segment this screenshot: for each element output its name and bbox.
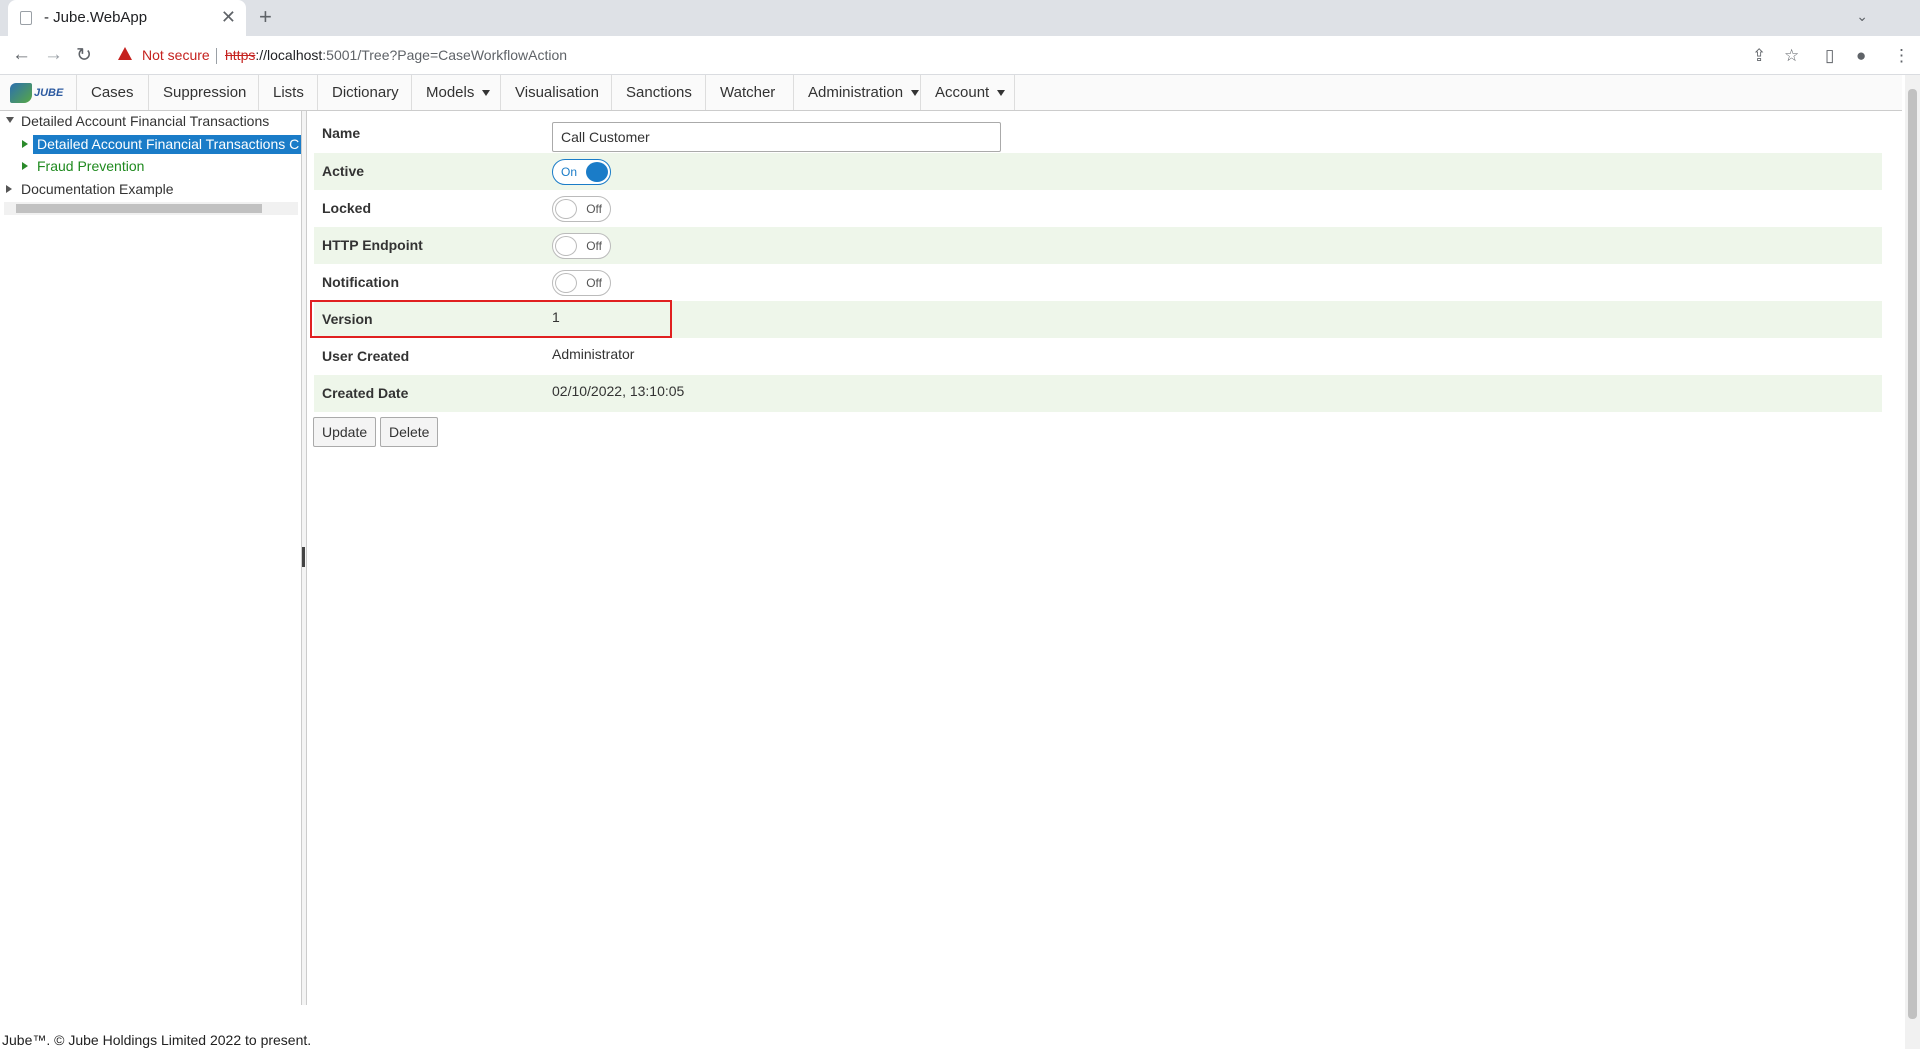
user-created-value: Administrator	[552, 346, 635, 362]
app-nav: JUBE Cases Suppression Lists Dictionary …	[0, 75, 1902, 111]
active-toggle[interactable]: On	[552, 159, 611, 185]
toggle-knob	[555, 236, 577, 256]
form-row-user-created: User Created Administrator	[314, 338, 1882, 375]
locked-label: Locked	[322, 200, 372, 216]
nav-visualisation[interactable]: Visualisation	[500, 75, 611, 110]
collapse-triangle-icon[interactable]	[22, 140, 28, 148]
profile-icon[interactable]: ●	[1856, 46, 1866, 66]
toggle-state: Off	[586, 239, 602, 253]
nav-cases[interactable]: Cases	[76, 75, 148, 110]
update-button[interactable]: Update	[313, 417, 377, 447]
reload-icon[interactable]: ↻	[76, 44, 92, 67]
url-path: :5001/Tree?Page=CaseWorkflowAction	[322, 47, 568, 63]
url-scheme: https	[225, 47, 256, 63]
delete-button[interactable]: Delete	[380, 417, 439, 447]
page-vertical-scrollbar[interactable]	[1905, 75, 1920, 1049]
version-highlight-box	[310, 300, 672, 338]
nav-label: Models	[426, 84, 475, 101]
model-tree: Detailed Account Financial Transactions …	[0, 111, 302, 1005]
caret-down-icon	[911, 90, 920, 97]
form-row-active: Active On	[314, 153, 1882, 190]
footer-copyright: Jube™. © Jube Holdings Limited 2022 to p…	[2, 1032, 312, 1048]
warning-icon	[118, 47, 132, 60]
form-row-name: Name	[314, 115, 1882, 152]
logo-icon	[10, 83, 32, 103]
nav-watcher[interactable]: Watcher	[705, 75, 793, 110]
nav-label: Dictionary	[332, 84, 399, 101]
nav-label: Administration	[808, 84, 904, 101]
name-label: Name	[322, 125, 361, 141]
active-label: Active	[322, 163, 365, 179]
http-endpoint-toggle[interactable]: Off	[552, 233, 611, 259]
splitter-grip[interactable]	[302, 547, 305, 567]
toggle-state: On	[561, 165, 578, 179]
menu-icon[interactable]: ⋮	[1893, 46, 1910, 66]
back-arrow-icon[interactable]: ←	[12, 44, 31, 66]
pane-splitter[interactable]	[302, 111, 307, 1005]
toggle-state: Off	[586, 276, 602, 290]
tree-node-documentation[interactable]: Documentation Example	[21, 181, 174, 197]
new-tab-button[interactable]: +	[259, 4, 272, 30]
expand-triangle-icon[interactable]	[6, 117, 14, 123]
toggle-knob	[555, 199, 577, 219]
browser-toolbar: ← → ↻ Not secure https://localhost:5001/…	[0, 36, 1920, 75]
nav-label: Cases	[91, 84, 134, 101]
created-date-label: Created Date	[322, 385, 409, 401]
locked-toggle[interactable]: Off	[552, 196, 611, 222]
toggle-knob	[555, 273, 577, 293]
nav-sanctions[interactable]: Sanctions	[611, 75, 705, 110]
form-row-created-date: Created Date 02/10/2022, 13:10:05	[314, 375, 1882, 412]
scrollbar-thumb[interactable]	[1908, 89, 1917, 1019]
side-panel-icon[interactable]: ▯	[1825, 46, 1834, 66]
nav-label: Watcher	[720, 84, 776, 101]
browser-tab-bar: - Jube.WebApp ✕ + ⌄	[0, 0, 1920, 36]
nav-models[interactable]: Models	[411, 75, 500, 110]
nav-account[interactable]: Account	[920, 75, 1015, 110]
toggle-state: Off	[586, 202, 602, 216]
tree-horizontal-scrollbar[interactable]	[4, 202, 298, 215]
browser-tab[interactable]: - Jube.WebApp ✕	[8, 0, 246, 36]
nav-lists[interactable]: Lists	[258, 75, 317, 110]
star-icon[interactable]: ☆	[1784, 46, 1799, 66]
scrollbar-thumb[interactable]	[16, 204, 262, 213]
form-row-locked: Locked Off	[314, 190, 1882, 227]
created-date-value: 02/10/2022, 13:10:05	[552, 383, 685, 399]
not-secure-label[interactable]: Not secure	[142, 47, 210, 63]
nav-dictionary[interactable]: Dictionary	[317, 75, 411, 110]
caret-down-icon	[997, 90, 1006, 97]
form-row-http-endpoint: HTTP Endpoint Off	[314, 227, 1882, 264]
jube-logo[interactable]: JUBE	[10, 83, 63, 103]
page-icon	[20, 11, 32, 25]
logo-text: JUBE	[34, 87, 64, 99]
form-row-notification: Notification Off	[314, 264, 1882, 301]
tree-node-fraud-prevention[interactable]: Fraud Prevention	[37, 158, 144, 174]
chevron-down-icon[interactable]: ⌄	[1856, 8, 1868, 25]
tab-title: - Jube.WebApp	[44, 9, 148, 26]
nav-label: Suppression	[163, 84, 247, 101]
collapse-triangle-icon[interactable]	[6, 185, 12, 193]
collapse-triangle-icon[interactable]	[22, 162, 28, 170]
toggle-knob	[586, 162, 608, 182]
name-input[interactable]	[552, 122, 1001, 152]
notification-label: Notification	[322, 274, 399, 290]
nav-label: Sanctions	[626, 84, 692, 101]
user-created-label: User Created	[322, 348, 410, 364]
case-workflow-action-form: Name Active On Locked Off HTTP Endpoint …	[308, 111, 1882, 1005]
caret-down-icon	[482, 90, 491, 97]
nav-administration[interactable]: Administration	[793, 75, 920, 110]
address-bar[interactable]: https://localhost:5001/Tree?Page=CaseWor…	[225, 47, 567, 63]
http-endpoint-label: HTTP Endpoint	[322, 237, 423, 253]
address-divider	[216, 48, 217, 64]
nav-label: Account	[935, 84, 990, 101]
nav-label: Visualisation	[515, 84, 599, 101]
share-icon[interactable]: ⇪	[1752, 46, 1766, 66]
notification-toggle[interactable]: Off	[552, 270, 611, 296]
forward-arrow-icon[interactable]: →	[44, 44, 63, 66]
url-host: ://localhost	[255, 47, 323, 63]
nav-suppression[interactable]: Suppression	[148, 75, 258, 110]
close-tab-icon[interactable]: ✕	[221, 7, 236, 28]
nav-label: Lists	[273, 84, 304, 101]
tree-node-selected[interactable]: Detailed Account Financial Transactions …	[33, 135, 301, 154]
tree-node-root[interactable]: Detailed Account Financial Transactions	[21, 113, 269, 129]
